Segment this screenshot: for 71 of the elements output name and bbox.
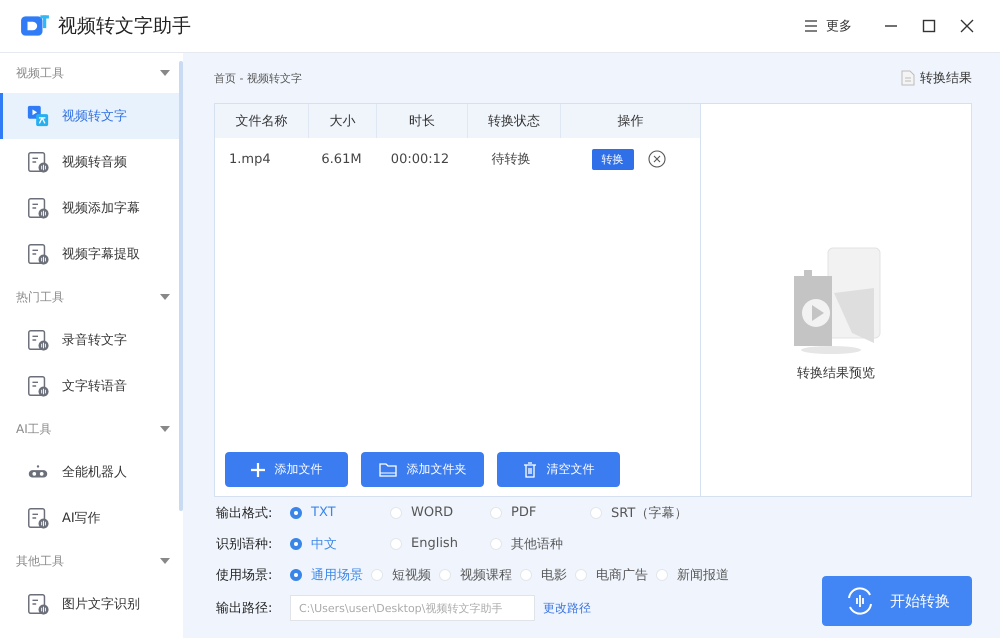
column-header: 转换状态 [468,104,561,138]
sidebar-group-label: 其他工具 [16,552,64,570]
sidebar-item[interactable]: 录音转文字 [0,317,179,363]
more-menu-button[interactable]: 更多 [804,17,852,35]
sidebar-group-label: 视频工具 [16,64,64,82]
tool-icon [26,196,50,220]
option-label: 识别语种: [216,536,274,552]
table-cell-text: 6.61M [320,152,363,166]
close-icon [960,19,974,33]
tool-icon [26,242,50,266]
option-label: 输出路径: [216,600,274,617]
sidebar-item[interactable]: 图片文字识别 [0,581,179,627]
sidebar-item[interactable]: 视频转文字 [0,93,179,139]
folder-icon [378,462,396,476]
radio-option[interactable]: 其他语种 [490,534,590,552]
trash-icon [522,462,536,478]
tool-icon [26,150,50,174]
menu-icon [804,20,818,32]
output-path-field[interactable]: C:\Users\user\Desktop\视频转文字助手 [290,595,535,621]
column-header: 时长 [377,104,468,138]
table-cell-text: 1.mp4 [228,152,272,166]
sidebar-item[interactable]: 视频字幕提取 [0,231,179,277]
radio-option[interactable]: SRT（字幕） [590,504,690,522]
radio-option[interactable]: 电影 [520,566,567,584]
file-action-button[interactable]: 添加文件夹 [361,452,484,487]
radio-option[interactable]: 短视频 [371,566,431,584]
column-header: 操作 [616,113,644,131]
radio-button[interactable] [290,568,302,580]
file-action-button[interactable]: 添加文件 [225,452,348,487]
plus-icon [250,462,264,476]
radio-option[interactable]: PDF [490,505,590,520]
preview-label: 转换结果预览 [797,365,875,382]
sidebar-item[interactable]: AI写作 [0,495,179,541]
maximize-icon [922,19,936,33]
column-header: 大小 [309,104,377,138]
caret-icon[interactable] [159,293,171,301]
radio-button[interactable] [290,538,302,550]
breadcrumb: 首页 - 视频转文字 [214,70,302,86]
tool-icon [26,328,50,352]
file-action-button[interactable]: 清空文件 [497,452,620,487]
sidebar-item[interactable]: 视频添加字幕 [0,185,179,231]
column-header: 文件名称 [215,104,309,138]
tool-icon [26,506,50,530]
convert-button[interactable]: 转换 [592,148,634,170]
caret-icon[interactable] [159,425,171,433]
radio-option[interactable]: English [390,536,490,551]
conversion-results-link[interactable]: 转换结果 [901,69,972,87]
table-cell-text: 待转换 [490,151,532,168]
radio-button[interactable] [290,506,302,518]
radio-option[interactable]: 电商广告 [575,566,648,584]
remove-icon[interactable] [648,150,666,168]
sidebar-item[interactable]: 文字转语音 [0,363,179,409]
table-cell-text: 00:00:12 [390,152,450,166]
change-path-link[interactable]: 更改路径 [543,600,591,616]
option-label: 使用场景: [216,566,274,584]
caret-icon[interactable] [159,69,171,77]
radio-option[interactable]: 视频课程 [439,566,512,584]
tool-icon [26,592,50,616]
start-conversion-button[interactable]: 开始转换 [822,576,972,626]
tool-icon [26,374,50,398]
document-icon [901,70,915,86]
option-label: 输出格式: [216,504,274,522]
window-title: 视频转文字助手 [58,14,191,39]
sidebar-item[interactable]: 视频转音频 [0,139,179,185]
caret-icon[interactable] [159,557,171,565]
sidebar-group-label: AI工具 [16,420,52,438]
sidebar-item[interactable]: 全能机器人 [0,449,179,495]
tool-icon [26,104,50,128]
radio-option[interactable]: WORD [390,505,490,520]
radio-option[interactable]: 新闻报道 [656,566,729,584]
sidebar-group-label: 热门工具 [16,288,64,306]
